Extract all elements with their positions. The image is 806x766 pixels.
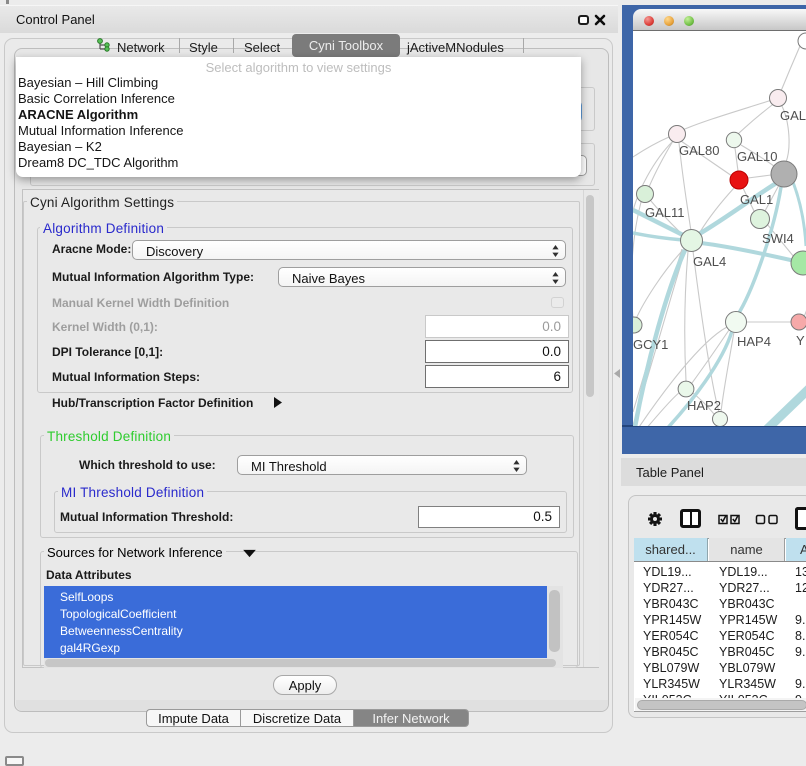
- svg-text:GAL4: GAL4: [693, 254, 726, 269]
- svg-text:SWI4: SWI4: [762, 231, 794, 246]
- svg-text:GAL7: GAL7: [780, 108, 806, 123]
- svg-text:HAP2: HAP2: [687, 398, 721, 413]
- svg-text:Y: Y: [796, 333, 805, 348]
- svg-text:GAL11: GAL11: [645, 205, 685, 220]
- svg-text:GAL10: GAL10: [737, 149, 777, 164]
- svg-text:GAL1: GAL1: [740, 192, 773, 207]
- svg-text:GAL80: GAL80: [679, 143, 719, 158]
- svg-text:GCY1: GCY1: [633, 337, 668, 352]
- svg-text:HAP4: HAP4: [737, 334, 771, 349]
